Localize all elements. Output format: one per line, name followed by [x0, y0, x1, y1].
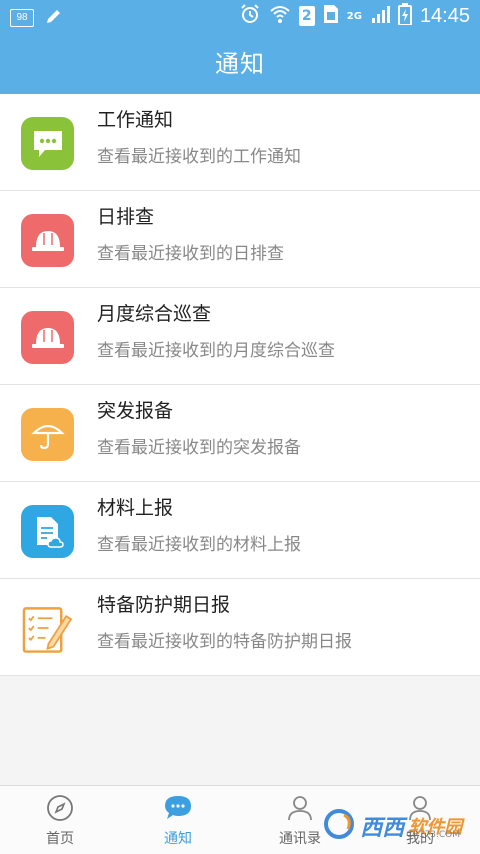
list-item-subtitle: 查看最近接收到的材料上报: [97, 535, 301, 555]
document-cloud-icon: [21, 505, 74, 558]
message-icon: [21, 117, 74, 170]
chat-bubble-icon: [163, 793, 193, 823]
list-item-special-protection-daily[interactable]: 特备防护期日报 查看最近接收到的特备防护期日报: [0, 579, 480, 676]
watermark-url: CR173.COM: [406, 830, 460, 840]
list-item-material-report[interactable]: 材料上报 查看最近接收到的材料上报: [0, 482, 480, 579]
helmet-icon: [21, 311, 74, 364]
pencil-icon: [44, 6, 64, 30]
battery-charging-icon: [397, 3, 412, 29]
list-item-title: 工作通知: [97, 109, 174, 131]
watermark-logo-icon: [322, 807, 356, 845]
list-item-title: 月度综合巡查: [97, 303, 212, 325]
watermark-text: 西西: [360, 816, 405, 841]
sim-card-icon: [323, 4, 339, 28]
contacts-icon: [285, 793, 315, 823]
list-item-title: 突发报备: [97, 400, 174, 422]
battery-saver-badge: 98: [10, 9, 34, 27]
app-header: 通知: [0, 34, 480, 94]
network-type: 2G: [346, 10, 362, 22]
list-item-subtitle: 查看最近接收到的日排查: [97, 244, 284, 264]
list-item-title: 材料上报: [97, 497, 174, 519]
list-item-emergency-report[interactable]: 突发报备 查看最近接收到的突发报备: [0, 385, 480, 482]
signal-icon: [370, 4, 390, 28]
list-item-work-notice[interactable]: 工作通知 查看最近接收到的工作通知: [0, 94, 480, 191]
helmet-icon: [21, 214, 74, 267]
checklist-pencil-icon: [21, 602, 74, 655]
tab-label: 通知: [164, 831, 192, 847]
page-title: 通知: [215, 50, 265, 78]
tab-notifications[interactable]: 通知: [118, 786, 238, 854]
status-bar: 98 2 2G 14:45: [0, 0, 480, 34]
list-item-title: 特备防护期日报: [97, 594, 231, 616]
tab-label: 首页: [46, 831, 74, 847]
compass-icon: [45, 793, 75, 823]
list-item-title: 日排查: [97, 206, 155, 228]
notification-list: 工作通知 查看最近接收到的工作通知 日排查 查看最近接收到的日排查 月度综合巡查…: [0, 94, 480, 676]
sim-badge: 2: [298, 6, 315, 26]
list-item-daily-check[interactable]: 日排查 查看最近接收到的日排查: [0, 191, 480, 288]
list-item-subtitle: 查看最近接收到的特备防护期日报: [97, 632, 352, 652]
umbrella-icon: [21, 408, 74, 461]
list-item-monthly-inspection[interactable]: 月度综合巡查 查看最近接收到的月度综合巡查: [0, 288, 480, 385]
tab-home[interactable]: 首页: [0, 786, 120, 854]
clock: 14:45: [419, 4, 470, 27]
wifi-icon: [269, 3, 291, 29]
list-item-subtitle: 查看最近接收到的工作通知: [97, 147, 301, 167]
watermark: 西西 软件园 CR173.COM: [322, 806, 462, 846]
list-item-subtitle: 查看最近接收到的突发报备: [97, 438, 301, 458]
alarm-icon: [239, 3, 261, 29]
list-item-subtitle: 查看最近接收到的月度综合巡查: [97, 341, 335, 361]
